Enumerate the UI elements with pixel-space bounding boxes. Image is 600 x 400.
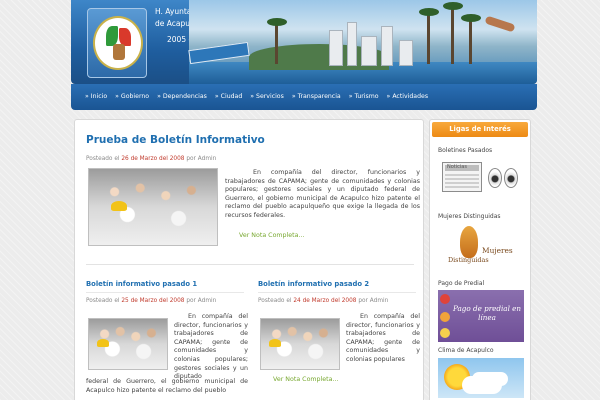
mujeres-distinguidas-banner[interactable]: Mujeres Distinguidas	[438, 224, 524, 268]
mujeres-banner-line2: Distinguidas	[448, 256, 489, 264]
sub-post-1-rule	[86, 292, 244, 293]
eye-left-icon	[488, 168, 502, 188]
pago-predial-banner[interactable]: Pago de predial en línea	[438, 290, 524, 342]
eye-right-icon	[504, 168, 518, 188]
main-post-meta: Posteado el 26 de Marzo del 2008 por Adm…	[86, 156, 216, 162]
newspaper-icon: Noticias	[442, 162, 482, 192]
main-post-read-more-link[interactable]: Ver Nota Completa...	[239, 232, 305, 239]
predial-banner-text: Pago de predial en línea	[452, 304, 522, 322]
main-post-title[interactable]: Prueba de Boletín Informativo	[86, 134, 265, 146]
meta-author: por Admin	[186, 156, 217, 162]
logo-emblem-icon	[93, 16, 143, 70]
sub-post-1-date: 25 de Marzo del 2008	[121, 298, 185, 304]
main-post-date: 26 de Marzo del 2008	[121, 156, 185, 162]
meta-author: por Admin	[358, 298, 389, 304]
nav-item-dependencias[interactable]: Dependencias	[157, 93, 207, 100]
nav-item-servicios[interactable]: Servicios	[250, 93, 284, 100]
meta-prefix: Posteado el	[258, 298, 292, 304]
nav-item-turismo[interactable]: Turismo	[349, 93, 378, 100]
flower-icon	[440, 328, 450, 338]
meta-author: por Admin	[186, 298, 217, 304]
flower-icon	[440, 312, 450, 322]
sub-post-1-body: En compañía del director, funcionarios y…	[174, 313, 248, 381]
sub-post-2-read-more-link[interactable]: Ver Nota Completa...	[273, 376, 339, 383]
nav-item-inicio[interactable]: Inicio	[85, 93, 107, 100]
sidebar-link-mujeres[interactable]: Mujeres Distinguidas	[438, 213, 501, 220]
newspaper-banner-text: Noticias	[447, 164, 467, 170]
main-post-photo[interactable]	[88, 168, 218, 246]
page-wrapper: H. Ayuntamiento Constitucional de Acapul…	[71, 0, 537, 400]
newspaper-banner[interactable]: Noticias	[438, 160, 524, 194]
flower-icon	[440, 294, 450, 304]
section-divider	[86, 264, 414, 265]
sub-post-1-photo[interactable]	[88, 318, 168, 370]
sub-post-1-body-cont: federal de Guerrero, el gobierno municip…	[86, 378, 248, 394]
cliff-diver-figure	[484, 15, 516, 33]
sub-post-2-meta: Posteado el 24 de Marzo del 2008 por Adm…	[258, 298, 388, 304]
sub-post-1-meta: Posteado el 25 de Marzo del 2008 por Adm…	[86, 298, 216, 304]
nav-item-transparencia[interactable]: Transparencia	[292, 93, 341, 100]
municipal-logo[interactable]	[87, 8, 147, 78]
sub-post-1-title[interactable]: Boletín informativo pasado 1	[86, 280, 197, 288]
site-header: H. Ayuntamiento Constitucional de Acapul…	[71, 0, 537, 84]
header-banner-photo	[188, 0, 537, 84]
nav-item-actividades[interactable]: Actividades	[387, 93, 428, 100]
sidebar-link-clima[interactable]: Clima de Acapulco	[438, 347, 494, 354]
mujeres-banner-line1: Mujeres	[482, 246, 513, 255]
sidebar-link-predial[interactable]: Pago de Predial	[438, 280, 484, 287]
main-content: Prueba de Boletín Informativo Posteado e…	[74, 119, 424, 400]
sub-post-2-date: 24 de Marzo del 2008	[293, 298, 357, 304]
meta-prefix: Posteado el	[86, 156, 120, 162]
nav-item-ciudad[interactable]: Ciudad	[215, 93, 243, 100]
nav-item-gobierno[interactable]: Gobierno	[115, 93, 149, 100]
sidebar-heading: Ligas de Interés	[432, 122, 528, 137]
sub-post-2-body: En compañía del director, funcionarios y…	[346, 313, 420, 363]
sub-post-2-title[interactable]: Boletín informativo pasado 2	[258, 280, 369, 288]
sub-post-2-rule	[258, 292, 416, 293]
cloud-icon	[462, 376, 502, 394]
woman-silhouette-icon	[460, 226, 478, 258]
main-nav: Inicio Gobierno Dependencias Ciudad Serv…	[79, 88, 529, 104]
sub-post-2-photo[interactable]	[260, 318, 340, 370]
sidebar-link-boletines[interactable]: Boletines Pasados	[438, 147, 492, 154]
weather-widget[interactable]	[438, 358, 524, 398]
main-post-body: En compañía del director, funcionarios y…	[225, 169, 420, 219]
sidebar: Ligas de Interés Boletines Pasados Notic…	[429, 119, 531, 400]
meta-prefix: Posteado el	[86, 298, 120, 304]
